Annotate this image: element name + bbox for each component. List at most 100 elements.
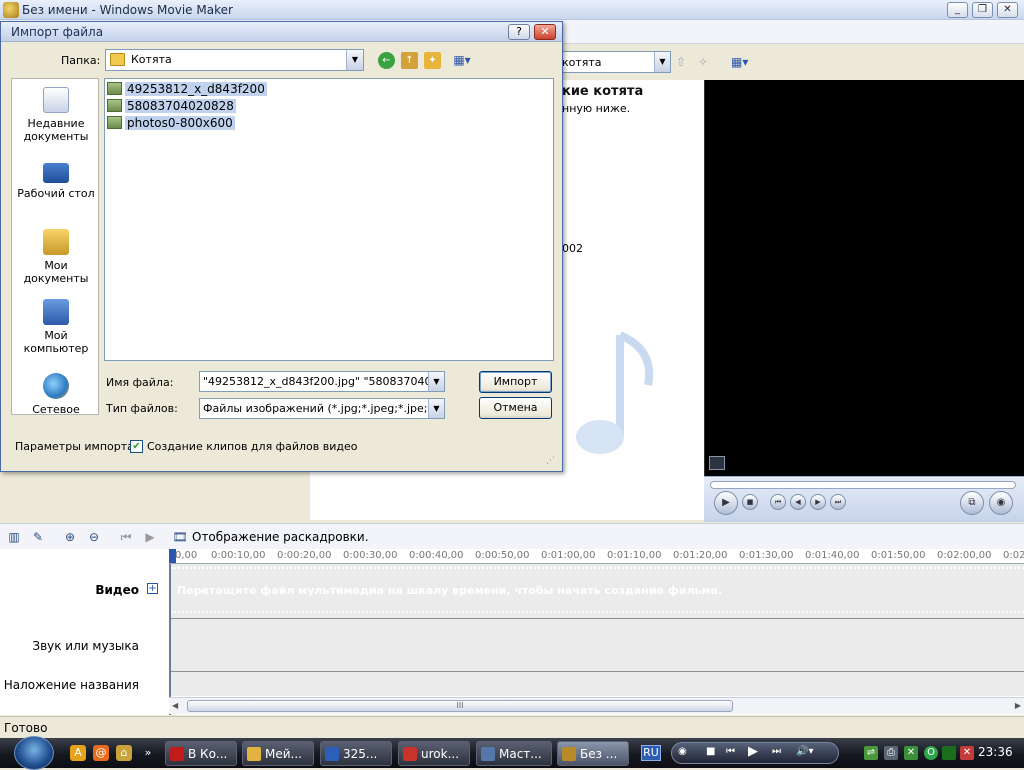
- close-button[interactable]: ✕: [997, 2, 1018, 18]
- storyboard-toggle[interactable]: Отображение раскадровки.: [192, 530, 369, 544]
- filename-label: Имя файла:: [106, 376, 174, 389]
- next-frame-icon[interactable]: ⏭: [830, 494, 846, 510]
- audio-track[interactable]: [171, 619, 1024, 672]
- play-icon[interactable]: ▶: [748, 744, 758, 759]
- stop-icon[interactable]: ■: [706, 746, 715, 757]
- file-list[interactable]: 49253812_x_d843f200 58083704020828 photo…: [104, 78, 554, 361]
- taskbar-button-urok[interactable]: urok...: [398, 741, 470, 766]
- rewind-timeline-icon[interactable]: ⏮: [118, 529, 134, 545]
- scroll-left-icon[interactable]: ◀: [172, 701, 178, 710]
- scroll-right-icon[interactable]: ▶: [1015, 701, 1021, 710]
- taskbar-button-movie-maker[interactable]: Без ...: [557, 741, 629, 766]
- clock[interactable]: 23:36: [978, 745, 1013, 759]
- network-disconnected-icon[interactable]: ✕: [960, 746, 974, 760]
- printer-icon[interactable]: ⎙: [884, 746, 898, 760]
- taskbar-button-word[interactable]: 325...: [320, 741, 392, 766]
- minimize-button[interactable]: _: [947, 2, 968, 18]
- my-documents-icon: [43, 229, 69, 255]
- ruler-tick: 0:01:20,00: [673, 550, 728, 561]
- chevron-down-icon[interactable]: ▼: [346, 50, 363, 70]
- new-collection-icon[interactable]: ✧: [698, 55, 708, 69]
- previous-frame-icon[interactable]: ⏮: [770, 494, 786, 510]
- volume-icon[interactable]: 🔊▾: [796, 746, 813, 757]
- cancel-button[interactable]: Отмена: [479, 397, 552, 419]
- quicklaunch-app-icon[interactable]: A: [70, 745, 86, 761]
- filename-input[interactable]: "49253812_x_d843f200.jpg" "5808370402082…: [199, 371, 445, 392]
- video-track[interactable]: Перетащите файл мультимедиа на шкалу вре…: [171, 564, 1024, 619]
- scroll-thumb[interactable]: III: [187, 700, 733, 712]
- back-icon[interactable]: ←: [378, 52, 395, 69]
- timeline-ruler[interactable]: 0,00 0:00:10,00 0:00:20,00 0:00:30,00 0:…: [169, 549, 1024, 564]
- network-places-icon[interactable]: ⌂: [116, 745, 132, 761]
- wmp-logo-icon: ◉: [678, 746, 687, 757]
- file-item[interactable]: photos0-800x600: [107, 116, 235, 132]
- antivirus-icon[interactable]: ✕: [904, 746, 918, 760]
- split-clip-icon[interactable]: ⧉: [960, 491, 984, 515]
- taskbar-button-folder[interactable]: Мей...: [242, 741, 314, 766]
- filetype-value: Файлы изображений (*.jpg;*.jpeg;*.jpe;*.…: [203, 402, 445, 415]
- folder-select[interactable]: Котята ▼: [105, 49, 364, 71]
- collection-combo-value: котята: [562, 56, 602, 69]
- track-labels: Видео + Звук или музыка Наложение назван…: [0, 549, 169, 715]
- collection-combo[interactable]: котята ▼: [557, 51, 671, 73]
- recent-documents-icon: [43, 87, 69, 113]
- taskbar-button-opera[interactable]: В Ко...: [165, 741, 237, 766]
- folder-icon: [110, 53, 125, 66]
- places-bar: Недавние документы Рабочий стол Мои доку…: [11, 78, 100, 416]
- movie-maker-icon: [562, 747, 576, 761]
- mail-icon[interactable]: @: [93, 745, 109, 761]
- forward-icon[interactable]: ▶: [810, 494, 826, 510]
- language-indicator[interactable]: RU: [641, 745, 661, 761]
- place-desktop[interactable]: Рабочий стол: [12, 163, 100, 200]
- utorrent-icon[interactable]: O: [924, 746, 938, 760]
- network-status-icon[interactable]: [942, 746, 956, 760]
- rewind-icon[interactable]: ◀: [790, 494, 806, 510]
- file-item[interactable]: 58083704020828: [107, 99, 236, 115]
- place-recent[interactable]: Недавние документы: [12, 87, 100, 143]
- place-my-computer[interactable]: Мой компьютер: [12, 299, 100, 355]
- folder-icon: [247, 747, 261, 761]
- start-orb-icon[interactable]: [14, 736, 54, 770]
- filetype-select[interactable]: Файлы изображений (*.jpg;*.jpeg;*.jpe;*.…: [199, 398, 445, 419]
- up-folder-icon[interactable]: ⇧: [676, 55, 686, 69]
- ruler-tick: 0:00:40,00: [409, 550, 464, 561]
- new-folder-icon[interactable]: ✦: [424, 52, 441, 69]
- view-menu-icon[interactable]: ▦▾: [449, 52, 475, 69]
- seek-bar[interactable]: [710, 481, 1016, 489]
- safely-remove-icon[interactable]: ⇌: [864, 746, 878, 760]
- play-icon[interactable]: ▶: [714, 491, 738, 515]
- file-item[interactable]: 49253812_x_d843f200: [107, 82, 267, 98]
- up-folder-icon[interactable]: ↑: [401, 52, 418, 69]
- create-clips-checkbox[interactable]: ✔: [130, 440, 143, 453]
- chevron-down-icon[interactable]: ▼: [428, 372, 444, 391]
- chevron-down-icon[interactable]: ▼: [654, 52, 670, 72]
- zoom-in-icon[interactable]: ⊕: [62, 529, 78, 545]
- chevron-down-icon[interactable]: ▼: [428, 399, 444, 418]
- help-button[interactable]: ?: [508, 24, 530, 40]
- next-icon[interactable]: ⏭: [772, 746, 781, 757]
- play-timeline-icon[interactable]: ▶: [142, 529, 158, 545]
- narrate-microphone-icon[interactable]: ✎: [30, 529, 46, 545]
- dialog-close-button[interactable]: ✕: [534, 24, 556, 40]
- place-my-documents[interactable]: Мои документы: [12, 229, 100, 285]
- my-computer-icon: [43, 299, 69, 325]
- fullscreen-icon[interactable]: [709, 456, 725, 470]
- filename-value: "49253812_x_d843f200.jpg" "5808370402082…: [203, 375, 445, 388]
- ruler-tick: 0:00:10,00: [211, 550, 266, 561]
- quicklaunch-overflow-icon[interactable]: »: [140, 745, 156, 761]
- taskbar-button-wizard[interactable]: Maст...: [476, 741, 552, 766]
- maximize-button[interactable]: ❐: [972, 2, 993, 18]
- stop-icon[interactable]: ■: [742, 494, 758, 510]
- expand-video-track-button[interactable]: +: [147, 583, 158, 594]
- title-overlay-track[interactable]: [171, 672, 1024, 696]
- place-network[interactable]: Сетевое: [12, 373, 100, 416]
- zoom-out-icon[interactable]: ⊖: [86, 529, 102, 545]
- storyboard-icon[interactable]: ▥: [6, 529, 22, 545]
- timeline-horizontal-scrollbar[interactable]: ◀ III ▶: [169, 697, 1024, 714]
- snapshot-camera-icon[interactable]: ◉: [989, 491, 1013, 515]
- import-button[interactable]: Импорт: [479, 371, 552, 393]
- folder-label: Папка:: [61, 54, 101, 67]
- previous-icon[interactable]: ⏮: [726, 746, 735, 757]
- resize-grip-icon[interactable]: ⋰: [546, 456, 555, 466]
- view-menu-icon[interactable]: ▦▾: [731, 55, 748, 69]
